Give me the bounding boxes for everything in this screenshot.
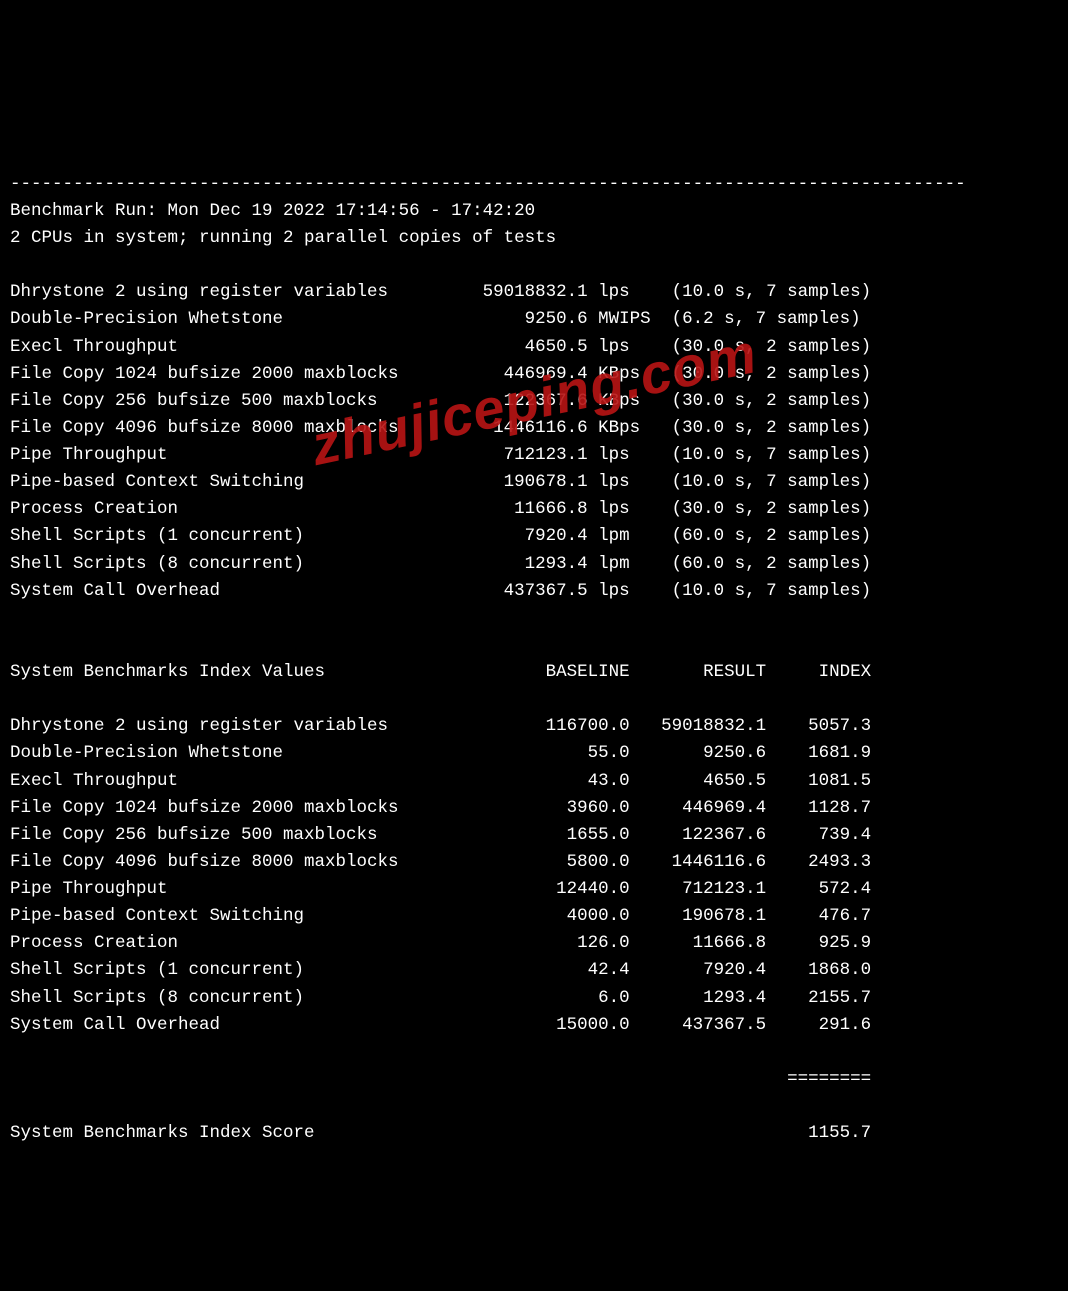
index-block: Dhrystone 2 using register variables 116… — [10, 713, 1058, 1039]
index-row: Shell Scripts (8 concurrent) 6.0 1293.4 … — [10, 988, 871, 1008]
test-row: Process Creation 11666.8 lps (30.0 s, 2 … — [10, 499, 871, 519]
test-row: Pipe Throughput 712123.1 lps (10.0 s, 7 … — [10, 445, 871, 465]
score-line: System Benchmarks Index Score 1155.7 — [10, 1120, 1058, 1147]
benchmark-run-line: Benchmark Run: Mon Dec 19 2022 17:14:56 … — [10, 201, 535, 221]
index-row: Pipe Throughput 12440.0 712123.1 572.4 — [10, 879, 871, 899]
test-row: Dhrystone 2 using register variables 590… — [10, 282, 871, 302]
score-separator: ======== — [10, 1066, 1058, 1093]
separator-line: ----------------------------------------… — [10, 174, 966, 194]
index-row: File Copy 256 bufsize 500 maxblocks 1655… — [10, 825, 871, 845]
test-row: System Call Overhead 437367.5 lps (10.0 … — [10, 581, 871, 601]
index-row: Pipe-based Context Switching 4000.0 1906… — [10, 906, 871, 926]
test-row: Shell Scripts (8 concurrent) 1293.4 lpm … — [10, 554, 871, 574]
index-row: Dhrystone 2 using register variables 116… — [10, 716, 871, 736]
test-row: File Copy 4096 bufsize 8000 maxblocks 14… — [10, 418, 871, 438]
test-row: Shell Scripts (1 concurrent) 7920.4 lpm … — [10, 526, 871, 546]
index-row: Execl Throughput 43.0 4650.5 1081.5 — [10, 771, 871, 791]
index-row: Double-Precision Whetstone 55.0 9250.6 1… — [10, 743, 871, 763]
test-row: File Copy 256 bufsize 500 maxblocks 1223… — [10, 391, 871, 411]
tests-block: Dhrystone 2 using register variables 590… — [10, 279, 1058, 605]
index-row: Shell Scripts (1 concurrent) 42.4 7920.4… — [10, 960, 871, 980]
index-row: System Call Overhead 15000.0 437367.5 29… — [10, 1015, 871, 1035]
index-row: File Copy 4096 bufsize 8000 maxblocks 58… — [10, 852, 871, 872]
blank-line — [10, 635, 21, 655]
cpu-info-line: 2 CPUs in system; running 2 parallel cop… — [10, 228, 556, 248]
index-row: Process Creation 126.0 11666.8 925.9 — [10, 933, 871, 953]
blank-line — [10, 255, 21, 275]
test-row: Double-Precision Whetstone 9250.6 MWIPS … — [10, 309, 861, 329]
index-row: File Copy 1024 bufsize 2000 maxblocks 39… — [10, 798, 871, 818]
test-row: Execl Throughput 4650.5 lps (30.0 s, 2 s… — [10, 337, 871, 357]
index-header-line: System Benchmarks Index Values BASELINE … — [10, 659, 1058, 686]
test-row: Pipe-based Context Switching 190678.1 lp… — [10, 472, 871, 492]
test-row: File Copy 1024 bufsize 2000 maxblocks 44… — [10, 364, 871, 384]
